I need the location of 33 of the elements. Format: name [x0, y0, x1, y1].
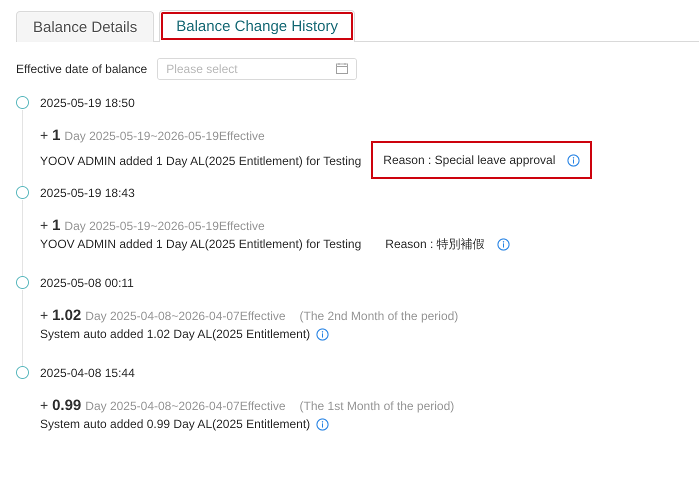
amount-text: + 1 — [40, 216, 60, 235]
info-icon[interactable] — [316, 328, 330, 340]
tab[interactable]: Balance Change History — [159, 10, 355, 42]
timeline-dot — [16, 96, 29, 109]
tab[interactable]: Balance Details — [16, 11, 154, 42]
timestamp: 2025-05-19 18:50 — [40, 95, 136, 112]
date-field[interactable]: Please select — [157, 58, 358, 80]
timeline-dot — [16, 366, 29, 379]
period-text: Day 2025-05-19~2026-05-19Effective — [64, 218, 265, 235]
info-icon[interactable] — [316, 418, 330, 430]
description-text: System auto added 1.02 Day AL(2025 Entitlement) — [40, 326, 310, 343]
period-note: (The 2nd Month of the period) — [300, 308, 458, 325]
timestamp: 2025-04-08 15:44 — [40, 365, 136, 382]
info-icon[interactable] — [567, 154, 580, 166]
reason-text: Reason : Special leave approval — [383, 152, 556, 169]
info-icon[interactable] — [496, 238, 510, 250]
timeline-dot — [16, 186, 29, 199]
period-text: Day 2025-05-19~2026-05-19Effective — [64, 128, 265, 145]
reason-text: Reason : 特別補假 — [385, 236, 485, 253]
amount-text: + 1.02 — [40, 306, 82, 325]
description-text: YOOV ADMIN added 1 Day AL(2025 Entitlement) for Testing — [40, 153, 362, 170]
filter-label: Effective date of balance — [16, 62, 148, 76]
timeline-dot — [16, 276, 29, 289]
timestamp: 2025-05-19 18:43 — [40, 185, 136, 202]
amount-text: + 0.99 — [40, 396, 82, 415]
timestamp: 2025-05-08 00:11 — [40, 275, 135, 292]
period-text: Day 2025-04-08~2026-04-07Effective — [85, 398, 286, 415]
calendar-icon — [336, 63, 348, 74]
description-text: System auto added 0.99 Day AL(2025 Entitlement) — [40, 416, 310, 433]
period-text: Day 2025-04-08~2026-04-07Effective — [85, 308, 286, 325]
period-note: (The 1st Month of the period) — [300, 398, 454, 415]
description-text: YOOV ADMIN added 1 Day AL(2025 Entitlement) for Testing — [40, 236, 362, 253]
amount-text: + 1 — [40, 126, 60, 145]
